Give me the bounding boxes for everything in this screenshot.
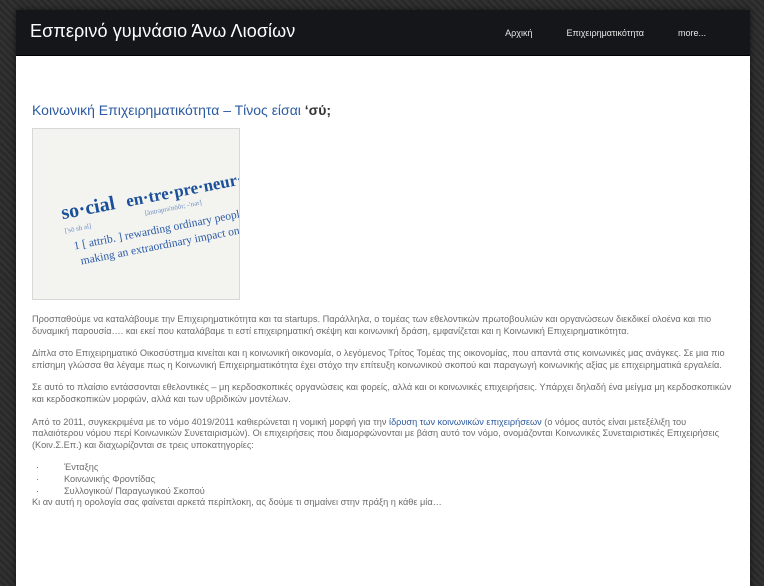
- post-title: Κοινωνική Επιχειρηματικότητα – Τίνος είσ…: [32, 102, 734, 118]
- post-image: so·cial en·tre·pre·neur·ship ['sō sh əl]…: [32, 128, 240, 300]
- list-item: Ένταξης: [32, 462, 734, 474]
- site-header: Εσπερινό γυμνάσιο Άνω Λιοσίων Αρχική Επι…: [16, 10, 750, 56]
- nav-home[interactable]: Αρχική: [505, 28, 532, 38]
- paragraph-4-text-a: Από το 2011, συγκεκριμένα με το νόμο 401…: [32, 416, 390, 427]
- paragraph-3: Σε αυτό το πλαίσιο εντάσσονται εθελοντικ…: [32, 382, 732, 404]
- subcategory-list: Ένταξης Κοινωνικής Φροντίδας Συλλογικού/…: [32, 462, 734, 497]
- list-item: Συλλογικού/ Παραγωγικού Σκοπού: [32, 486, 734, 498]
- paragraph-2: Δίπλα στο Επιχειρηματικό Οικοσύστημα κιν…: [32, 348, 725, 370]
- paragraph-5: Κι αν αυτή η ορολογία σας φαίνεται αρκετ…: [32, 497, 442, 508]
- paragraph-1: Προσπαθούμε να καταλάβουμε την Επιχειρημ…: [32, 314, 712, 336]
- post-title-end: ‘σύ;: [304, 102, 332, 118]
- paragraph-4: Από το 2011, συγκεκριμένα με το νόμο 401…: [32, 417, 734, 452]
- list-item: Κοινωνικής Φροντίδας: [32, 474, 734, 486]
- main-nav: Αρχική Επιχειρηματικότητα more...: [505, 10, 750, 56]
- post-title-text: Κοινωνική Επιχειρηματικότητα – Τίνος είσ…: [32, 102, 305, 118]
- page-container: Εσπερινό γυμνάσιο Άνω Λιοσίων Αρχική Επι…: [16, 10, 750, 586]
- main-content: Κοινωνική Επιχειρηματικότητα – Τίνος είσ…: [16, 56, 750, 509]
- dictionary-definition-image: so·cial en·tre·pre·neur·ship ['sō sh əl]…: [59, 164, 239, 268]
- nav-more[interactable]: more...: [678, 28, 706, 38]
- site-title[interactable]: Εσπερινό γυμνάσιο Άνω Λιοσίων: [30, 21, 295, 42]
- nav-entrepreneurship[interactable]: Επιχειρηματικότητα: [567, 28, 644, 38]
- image-pronunciation-1: ['sō sh əl]: [64, 222, 92, 235]
- image-word-social: so·cial: [59, 192, 117, 224]
- social-enterprise-link[interactable]: ίδρυση των κοινωνικών επιχειρήσεων: [389, 417, 542, 427]
